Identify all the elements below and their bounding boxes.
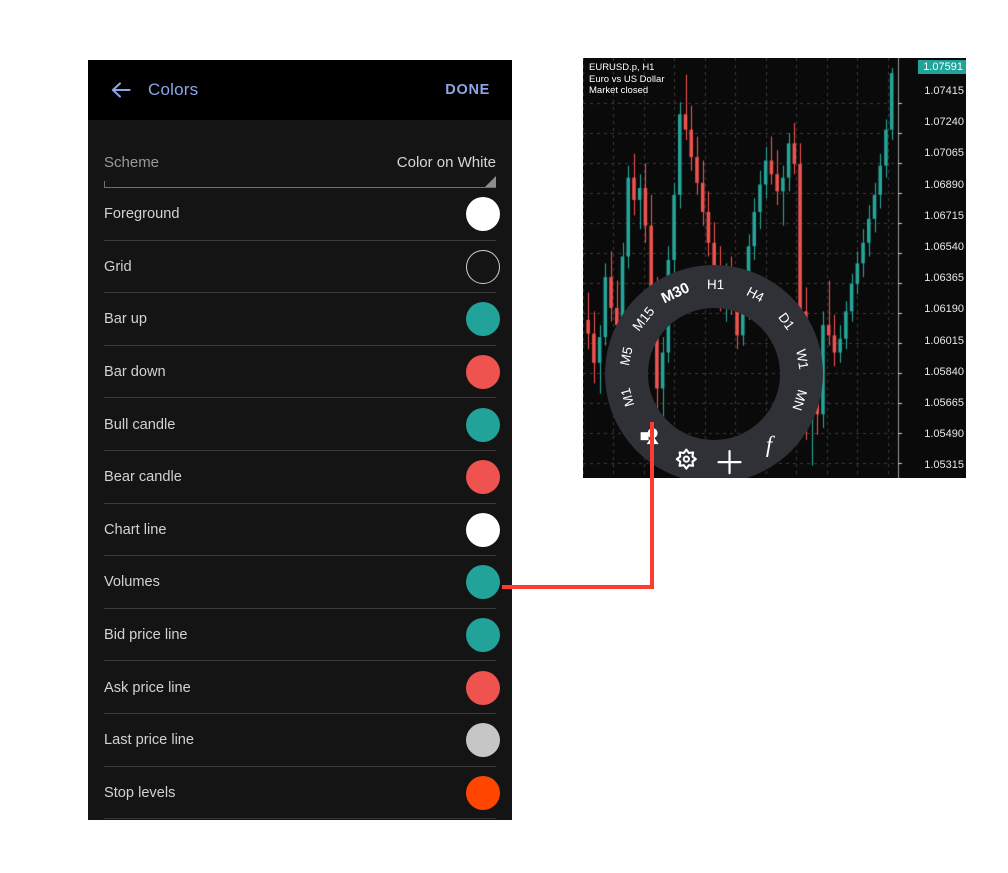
color-row[interactable]: Bid price line [104, 609, 500, 662]
color-swatch[interactable] [466, 249, 500, 284]
scheme-selector[interactable]: Scheme Color on White [104, 136, 496, 188]
color-row[interactable]: Grid [104, 241, 500, 294]
color-swatch[interactable] [466, 565, 500, 600]
row-divider [104, 818, 496, 820]
color-row-label: Ask price line [104, 679, 191, 696]
color-row[interactable]: Last price line [104, 714, 500, 767]
color-swatch[interactable] [466, 355, 500, 390]
color-row[interactable]: Bull candle [104, 398, 500, 451]
page-title: Colors [148, 80, 199, 99]
scheme-value: Color on White [396, 153, 496, 171]
scheme-label: Scheme [104, 153, 160, 171]
dropdown-caret-icon [485, 176, 496, 187]
color-swatch[interactable] [466, 197, 500, 232]
color-row-label: Volumes [104, 574, 160, 591]
color-row-label: Bar down [104, 364, 166, 381]
color-row[interactable]: Bar down [104, 346, 500, 399]
color-swatch[interactable] [466, 723, 500, 758]
color-rows-container: Foreground Grid Bar up Bar down Bull candle B… [104, 188, 500, 820]
candlestick-chart[interactable] [583, 58, 966, 478]
done-button[interactable]: DONE [445, 82, 490, 98]
color-swatch[interactable] [466, 512, 500, 547]
color-swatch[interactable] [466, 302, 500, 337]
color-row[interactable]: Bar up [104, 293, 500, 346]
color-row[interactable]: Bear candle [104, 451, 500, 504]
color-row-label: Stop levels [104, 784, 176, 801]
panel-header: Colors DONE [88, 60, 512, 120]
color-swatch[interactable] [466, 460, 500, 495]
settings-list: Scheme Color on White Foreground Grid Bar … [88, 136, 512, 820]
chart-panel[interactable]: EURUSD.p, H1 Euro vs US Dollar Market clos… [583, 58, 966, 478]
color-row[interactable]: Ask price line [104, 661, 500, 714]
colors-settings-panel: Colors DONE Scheme Color on White Foregr… [88, 60, 512, 820]
color-row-label: Foreground [104, 206, 180, 223]
color-row-label: Bear candle [104, 469, 182, 486]
color-row[interactable]: Chart line [104, 504, 500, 557]
color-row-label: Last price line [104, 732, 195, 749]
color-row-label: Grid [104, 258, 132, 275]
back-arrow-icon[interactable] [108, 77, 134, 103]
color-swatch[interactable] [466, 407, 500, 442]
color-row-label: Bull candle [104, 416, 176, 433]
color-swatch[interactable] [466, 618, 500, 653]
color-swatch[interactable] [466, 775, 500, 810]
color-row[interactable]: Volumes [104, 556, 500, 609]
color-row-label: Bar up [104, 311, 147, 328]
color-row-label: Chart line [104, 521, 167, 538]
color-swatch[interactable] [466, 670, 500, 705]
color-row-label: Bid price line [104, 627, 188, 644]
color-row[interactable]: Foreground [104, 188, 500, 241]
color-row[interactable]: Stop levels [104, 767, 500, 820]
